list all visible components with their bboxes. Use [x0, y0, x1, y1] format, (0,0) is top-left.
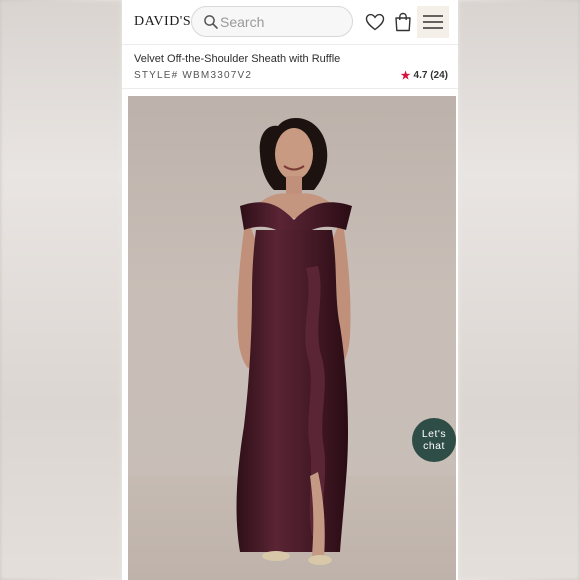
product-photo[interactable] — [128, 96, 456, 580]
product-rating[interactable]: ★ 4.7 (24) — [401, 69, 448, 82]
search-icon — [204, 15, 218, 29]
chat-label-line1: Let's — [421, 428, 447, 440]
model-illustration — [128, 118, 456, 580]
brand-logo[interactable]: DAVID'S — [134, 14, 191, 30]
header-bar: DAVID'S — [122, 0, 458, 44]
heart-icon[interactable] — [365, 13, 385, 31]
product-title: Velvet Off-the-Shoulder Sheath with Ruff… — [134, 53, 341, 65]
product-style-number: STYLE# WBM3307V2 — [134, 70, 253, 81]
background-blur-right — [458, 0, 580, 580]
star-icon: ★ — [400, 70, 411, 82]
bag-icon[interactable] — [394, 12, 412, 32]
search-input[interactable] — [220, 13, 340, 31]
rating-value: 4.7 (24) — [413, 70, 448, 81]
chat-label-line2: chat — [423, 440, 445, 452]
menu-icon — [423, 15, 443, 29]
background-blur-left — [0, 0, 122, 580]
menu-button[interactable] — [417, 6, 449, 38]
search-bar[interactable] — [191, 6, 353, 37]
header-divider — [122, 44, 458, 45]
phone-screen: DAVID'S Velvet Off-the-Shoulder Sheath w… — [122, 0, 458, 580]
chat-button[interactable]: Let's chat — [412, 418, 456, 462]
info-divider — [122, 88, 458, 89]
